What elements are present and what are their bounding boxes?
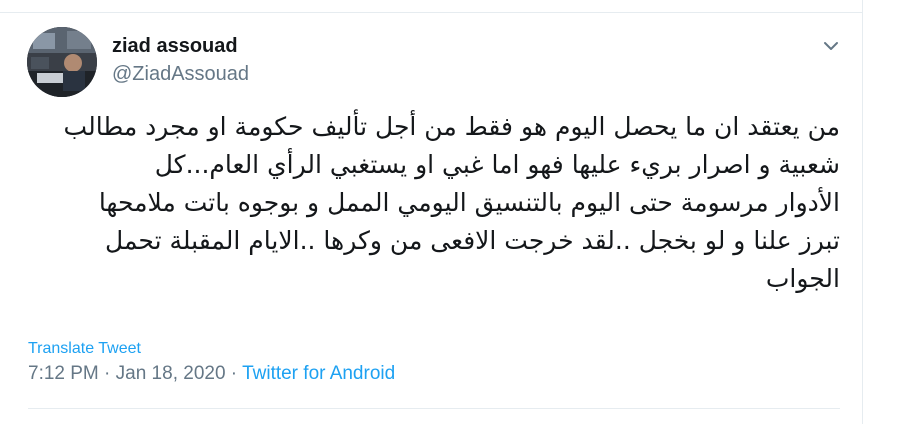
timeline-border xyxy=(862,0,863,424)
tweet-text-line: من يعتقد ان ما يحصل اليوم هو فقط من أجل … xyxy=(63,112,840,141)
chevron-down-icon[interactable] xyxy=(820,35,842,57)
timestamp[interactable]: 7:12 PM · Jan 18, 2020 xyxy=(28,363,226,384)
tweet-meta: 7:12 PM · Jan 18, 2020 · Twitter for And… xyxy=(28,363,395,385)
author-handle[interactable]: @ZiadAssouad xyxy=(112,63,249,86)
tweet-text-line: الأدوار مرسومة حتى اليوم بالتنسيق اليومي… xyxy=(98,188,840,217)
avatar[interactable] xyxy=(27,27,97,97)
source-link[interactable]: Twitter for Android xyxy=(242,363,395,384)
tweet: ziad assouad @ZiadAssouad من يعتقد ان ما… xyxy=(0,13,862,424)
tweet-text: من يعتقد ان ما يحصل اليوم هو فقط من أجل … xyxy=(28,108,840,298)
tweet-divider xyxy=(28,408,840,409)
tweet-text-line: تبرز علنا و لو بخجل ..لقد خرجت الافعى من… xyxy=(105,226,840,255)
tweet-text-line: شعبية و اصرار بريء عليها فهو اما غبي او … xyxy=(154,150,840,179)
author-name[interactable]: ziad assouad xyxy=(112,35,238,58)
avatar-photo xyxy=(27,27,97,97)
translate-tweet-link[interactable]: Translate Tweet xyxy=(28,340,141,358)
tweet-text-line: الجواب xyxy=(765,264,840,293)
top-divider xyxy=(0,0,862,13)
meta-separator: · xyxy=(225,363,243,384)
